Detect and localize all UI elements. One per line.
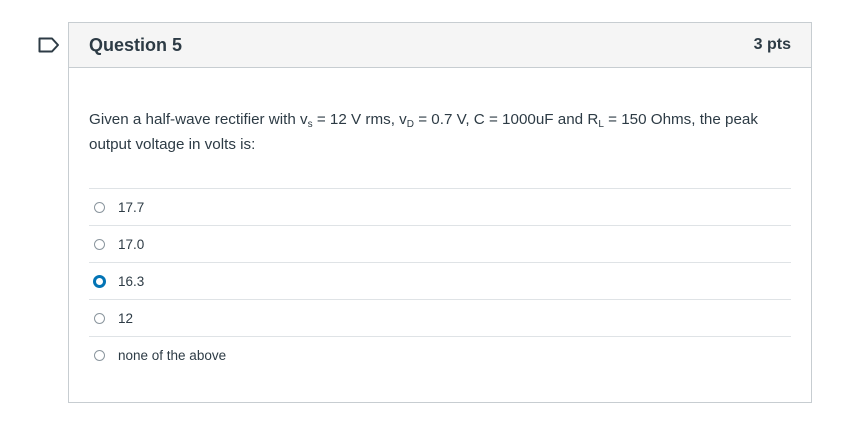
question-text: Given a half-wave rectifier with vs = 12… [89, 107, 791, 157]
question-text-part-3: = 0.7 V, C = 1000uF and R [413, 111, 599, 128]
answer-option-3[interactable]: 16.3 [89, 263, 791, 300]
question-text-part-1: Given a half-wave rectifier with v [89, 111, 308, 128]
radio-unselected-icon[interactable] [94, 201, 105, 213]
radio-unselected-icon[interactable] [94, 312, 105, 324]
flag-question-icon[interactable] [38, 37, 60, 53]
question-card: Question 5 3 pts Given a half-wave recti… [68, 22, 812, 403]
question-body: Given a half-wave rectifier with vs = 12… [69, 107, 811, 374]
answer-label: 17.0 [118, 236, 145, 252]
subscript-d: D [406, 119, 414, 130]
answer-option-2[interactable]: 17.0 [89, 226, 791, 263]
question-title: Question 5 [89, 34, 183, 55]
radio-unselected-icon[interactable] [94, 350, 105, 361]
question-header: Question 5 3 pts [69, 23, 811, 68]
radio-selected-icon[interactable] [93, 274, 106, 288]
answer-option-1[interactable]: 17.7 [89, 189, 791, 226]
question-points: 3 pts [753, 36, 791, 53]
answer-list: 17.7 17.0 16.3 12 none of the above [89, 188, 791, 374]
radio-unselected-icon[interactable] [94, 238, 105, 250]
answer-option-5[interactable]: none of the above [89, 337, 791, 374]
answer-label: 17.7 [118, 199, 145, 215]
question-text-part-2: = 12 V rms, v [312, 111, 407, 128]
answer-option-4[interactable]: 12 [89, 300, 791, 337]
answer-label: 12 [118, 310, 134, 326]
answer-label: none of the above [118, 348, 227, 363]
answer-label: 16.3 [118, 273, 145, 289]
